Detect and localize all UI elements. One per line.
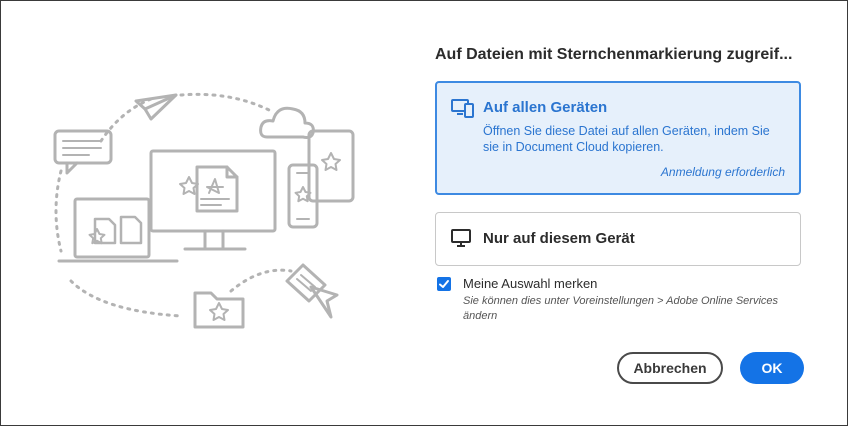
option-all-devices[interactable]: Auf allen Geräten Öffnen Sie diese Datei… [435, 81, 801, 195]
remember-choice-checkbox[interactable] [437, 277, 451, 291]
option-all-devices-description: Öffnen Sie diese Datei auf allen Geräten… [483, 124, 770, 154]
remember-choice-hint: Sie können dies unter Voreinstellungen >… [463, 295, 779, 322]
starred-files-dialog: Auf Dateien mit Sternchenmarkierung zugr… [0, 0, 848, 426]
option-this-device-only[interactable]: Nur auf diesem Gerät [435, 212, 801, 266]
sign-in-required-note: Anmeldung erforderlich [660, 165, 785, 179]
sync-devices-illustration [53, 92, 355, 329]
cancel-button[interactable]: Abbrechen [617, 352, 723, 384]
dialog-title: Auf Dateien mit Sternchenmarkierung zugr… [435, 46, 793, 63]
monitor-icon [451, 229, 471, 247]
checkmark-icon [439, 280, 449, 288]
remember-choice-label[interactable]: Meine Auswahl merken [463, 276, 597, 291]
option-this-device-title: Nur auf diesem Gerät [483, 230, 635, 247]
devices-icon [451, 99, 474, 118]
ok-button[interactable]: OK [740, 352, 804, 384]
option-all-devices-title: Auf allen Geräten [483, 99, 608, 116]
